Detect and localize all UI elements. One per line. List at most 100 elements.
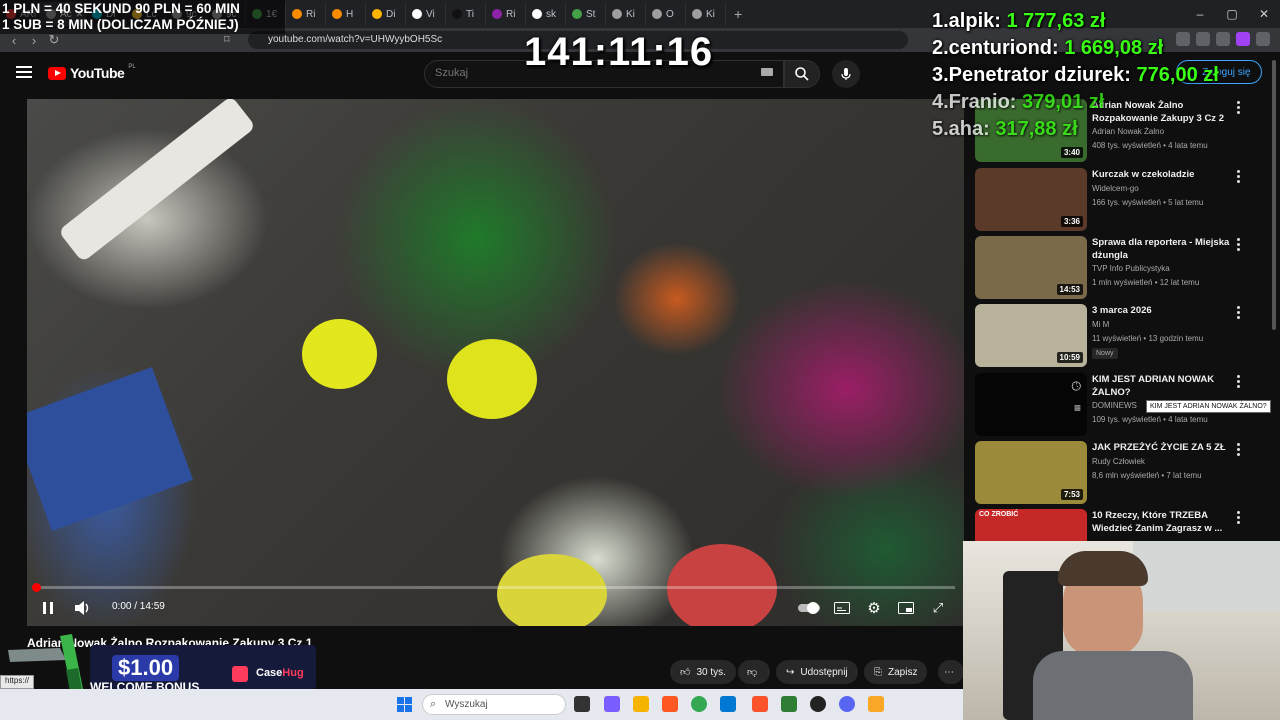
menu-icon[interactable] bbox=[1256, 32, 1270, 46]
back-icon[interactable]: ‹ bbox=[4, 33, 24, 48]
like-button[interactable]: 👍︎ 30 tys. bbox=[670, 660, 736, 684]
progress-bar[interactable] bbox=[35, 586, 955, 589]
more-options-icon[interactable] bbox=[1233, 101, 1243, 117]
browser-tab[interactable]: Ki bbox=[686, 2, 726, 26]
channel-name[interactable]: TVP Info Publicystyka bbox=[1092, 264, 1170, 273]
task-view-icon[interactable] bbox=[574, 696, 590, 712]
chrome-icon[interactable] bbox=[691, 696, 707, 712]
brave-icon[interactable] bbox=[662, 696, 678, 712]
spreadsheet-icon[interactable] bbox=[781, 696, 797, 712]
maximize-icon[interactable]: ▢ bbox=[1216, 0, 1248, 28]
browser-tab[interactable]: Ri bbox=[286, 2, 326, 26]
more-options-icon[interactable] bbox=[1233, 443, 1243, 459]
obs-icon[interactable] bbox=[810, 696, 826, 712]
ad-brand-part: Hug bbox=[282, 667, 304, 679]
leaderboard-amount: 317,88 zł bbox=[995, 118, 1078, 140]
store-icon[interactable] bbox=[720, 696, 736, 712]
more-options-icon[interactable] bbox=[1233, 375, 1243, 391]
extension-icon[interactable] bbox=[1236, 32, 1250, 46]
recommended-video[interactable]: 3:36 Kurczak w czekoladzie Widelcem-go 166 … bbox=[975, 168, 1265, 232]
bookmark-icon[interactable]: ⌑ bbox=[224, 33, 230, 46]
ad-amount: $1.00 bbox=[112, 655, 180, 681]
title-tooltip: KIM JEST ADRIAN NOWAK ŻALNO? bbox=[1146, 400, 1271, 413]
windows-start-icon[interactable] bbox=[397, 697, 412, 712]
recommended-video-title[interactable]: JAK PRZEŻYĆ ŻYCIE ZA 5 ZŁ bbox=[1092, 441, 1232, 454]
search-button[interactable] bbox=[784, 60, 820, 88]
tab-favicon-icon bbox=[292, 9, 302, 19]
copilot-icon[interactable] bbox=[604, 696, 620, 712]
video-thumbnail[interactable]: 🕓︎ ≡ bbox=[975, 373, 1087, 436]
channel-name[interactable]: Rudy Człowiek bbox=[1092, 457, 1145, 466]
recommended-video[interactable]: 10:59 3 marca 2026 Mi M 11 wyświetleń • 13 … bbox=[975, 304, 1265, 368]
new-tab-icon[interactable]: + bbox=[734, 6, 742, 22]
subtitles-button[interactable] bbox=[832, 598, 852, 618]
reload-icon[interactable]: ↻ bbox=[44, 32, 64, 48]
keyboard-icon[interactable] bbox=[761, 68, 773, 76]
browser-tab[interactable]: H bbox=[326, 2, 366, 26]
settings-button[interactable]: ⚙ bbox=[864, 598, 884, 618]
scrubber-handle[interactable] bbox=[32, 583, 41, 592]
recommended-video[interactable]: 7:53 JAK PRZEŻYĆ ŻYCIE ZA 5 ZŁ Rudy Człowi… bbox=[975, 441, 1265, 505]
more-options-icon[interactable] bbox=[1233, 306, 1243, 322]
app-icon[interactable] bbox=[868, 696, 884, 712]
leaderboard-amount: 1 777,63 zł bbox=[1006, 10, 1106, 32]
taskbar-search-field[interactable]: ⌕ Wyszukaj bbox=[422, 694, 566, 715]
casino-ad-overlay[interactable]: $1.00 WELCOME BONUS CaseHug bbox=[0, 628, 318, 694]
miniplayer-button[interactable] bbox=[896, 598, 916, 618]
youtube-logo[interactable]: YouTube PL bbox=[48, 64, 136, 81]
video-thumbnail[interactable]: 7:53 bbox=[975, 441, 1087, 504]
channel-name[interactable]: Widelcem-go bbox=[1092, 184, 1139, 193]
dislike-button[interactable]: 👎︎ bbox=[738, 660, 770, 684]
autoplay-toggle[interactable] bbox=[797, 598, 821, 618]
browser-tab[interactable]: St bbox=[566, 2, 606, 26]
hamburger-menu-icon[interactable] bbox=[16, 64, 32, 80]
youtube-play-icon bbox=[48, 66, 66, 80]
more-options-icon[interactable] bbox=[1233, 238, 1243, 254]
recommended-video-title[interactable]: KIM JEST ADRIAN NOWAK ŻALNO? bbox=[1092, 373, 1232, 399]
tab-favicon-icon bbox=[572, 9, 582, 19]
forward-icon[interactable]: › bbox=[24, 33, 44, 48]
file-explorer-icon[interactable] bbox=[633, 696, 649, 712]
recommended-video-title[interactable]: 10 Rzeczy, Które TRZEBA Wiedzieć Zanim Z… bbox=[1092, 509, 1232, 535]
browser-tab[interactable]: Di bbox=[366, 2, 406, 26]
save-button[interactable]: ⎘ Zapisz bbox=[864, 660, 928, 684]
video-thumbnail[interactable]: 14:53 bbox=[975, 236, 1087, 299]
browser-tab[interactable]: Ri bbox=[486, 2, 526, 26]
share-label: Udostępnij bbox=[800, 666, 848, 678]
video-player[interactable] bbox=[27, 99, 964, 626]
scrollbar[interactable] bbox=[1272, 60, 1276, 330]
add-to-queue-icon[interactable]: ≡ bbox=[1074, 401, 1081, 415]
channel-name[interactable]: Mi M bbox=[1092, 320, 1109, 329]
close-window-icon[interactable]: ✕ bbox=[1248, 0, 1280, 28]
browser-tab[interactable]: Vi bbox=[406, 2, 446, 26]
watch-later-icon[interactable]: 🕓︎ bbox=[1072, 379, 1082, 394]
volume-button[interactable] bbox=[72, 598, 94, 618]
browser-tab[interactable]: sk bbox=[526, 2, 566, 26]
brave-active-icon[interactable] bbox=[752, 696, 768, 712]
miniplayer-icon bbox=[898, 602, 914, 614]
share-button[interactable]: ↪ Udostępnij bbox=[776, 660, 858, 684]
recommended-video-title[interactable]: Sprawa dla reportera - Miejska dżungla bbox=[1092, 236, 1232, 262]
video-thumbnail[interactable]: 3:36 bbox=[975, 168, 1087, 231]
video-content bbox=[27, 366, 193, 532]
voice-search-button[interactable] bbox=[832, 60, 860, 88]
channel-name[interactable]: DOMINEWS bbox=[1092, 401, 1137, 410]
like-count: 30 tys. bbox=[696, 666, 726, 678]
more-options-icon[interactable] bbox=[1233, 170, 1243, 186]
donation-rule-line: 1 PLN = 40 SEKUND 90 PLN = 60 MIN bbox=[2, 1, 240, 16]
browser-tab[interactable]: Ti bbox=[446, 2, 486, 26]
pause-button[interactable] bbox=[40, 598, 56, 618]
time-display: 0:00 / 14:59 bbox=[112, 601, 165, 612]
more-actions-button[interactable]: ⋯ bbox=[938, 660, 964, 684]
fullscreen-button[interactable]: ⤢ bbox=[928, 598, 948, 618]
recommended-video[interactable]: 14:53 Sprawa dla reportera - Miejska dżun… bbox=[975, 236, 1265, 300]
discord-icon[interactable] bbox=[839, 696, 855, 712]
recommended-video-title[interactable]: 3 marca 2026 bbox=[1092, 304, 1232, 317]
video-thumbnail[interactable]: 10:59 bbox=[975, 304, 1087, 367]
more-options-icon[interactable] bbox=[1233, 511, 1243, 527]
recommended-video-title[interactable]: Kurczak w czekoladzie bbox=[1092, 168, 1232, 181]
browser-tab[interactable]: Ki bbox=[606, 2, 646, 26]
video-duration: 10:59 bbox=[1056, 352, 1083, 363]
browser-tab[interactable]: O bbox=[646, 2, 686, 26]
region-label: PL bbox=[128, 64, 136, 70]
